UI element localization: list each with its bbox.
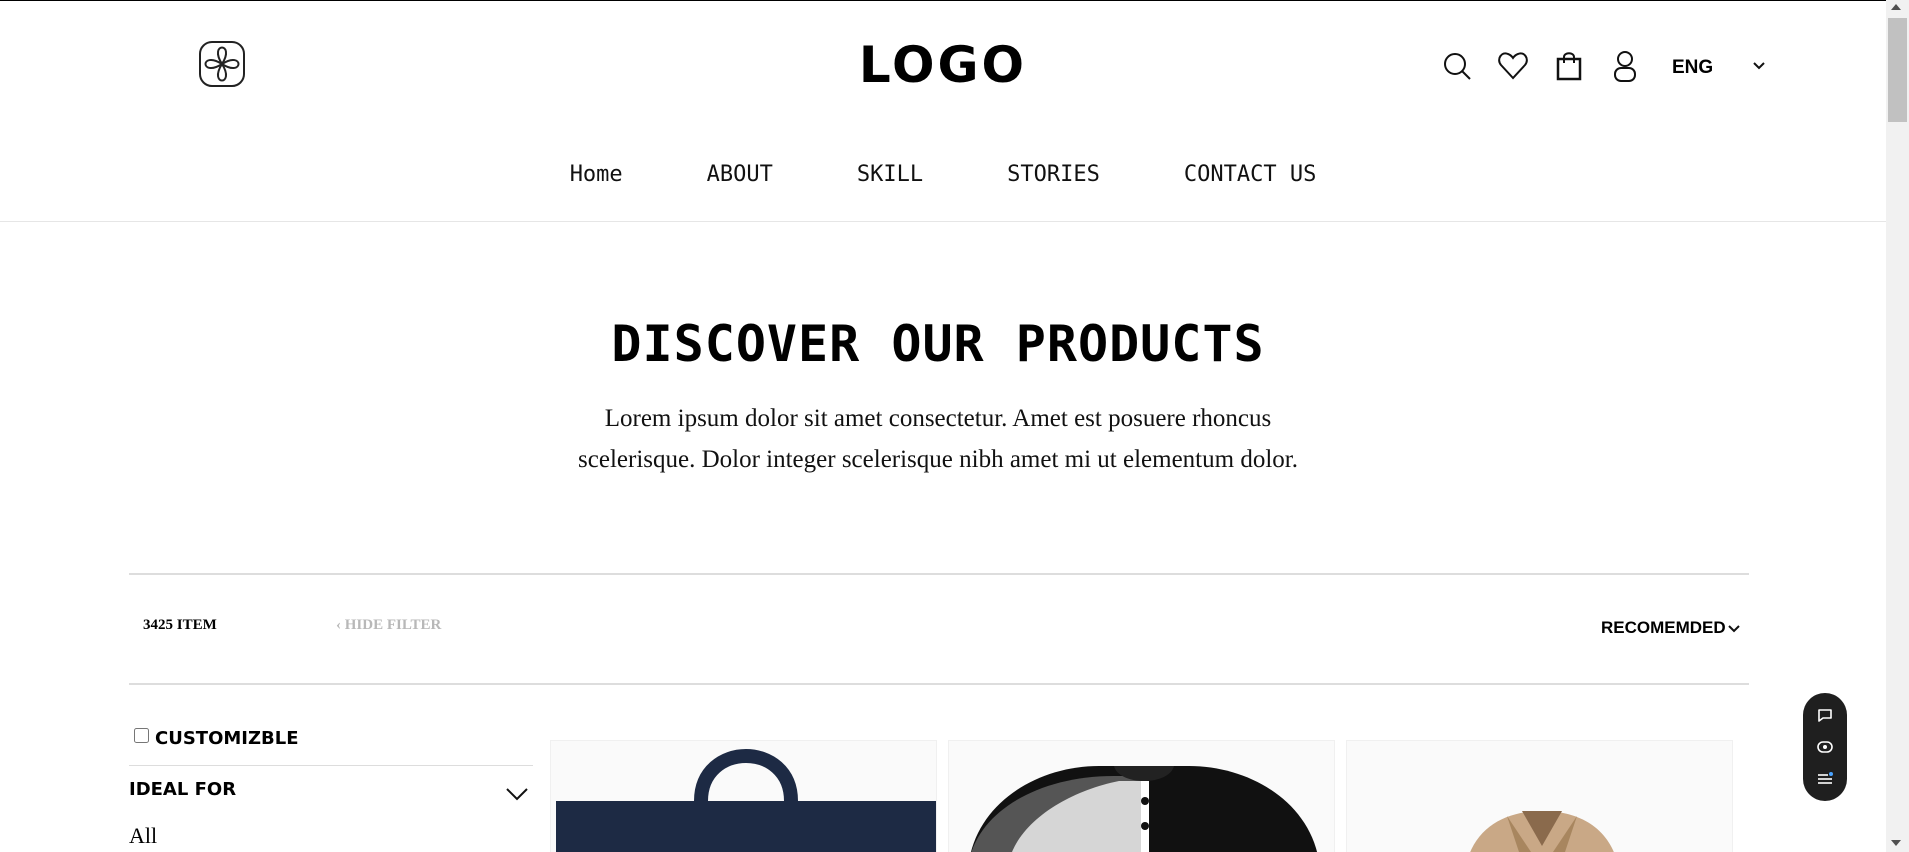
scroll-up-arrow[interactable] xyxy=(1891,4,1901,10)
chevron-down-icon[interactable] xyxy=(1727,623,1741,635)
raglan-henley-shirt-image xyxy=(971,766,1317,852)
chevron-down-icon[interactable] xyxy=(505,787,529,801)
product-card[interactable] xyxy=(550,740,937,852)
nav-item-skill[interactable]: SKILL xyxy=(857,162,923,187)
customizable-filter[interactable]: CUSTOMIZBLE xyxy=(134,728,299,749)
hide-filter-label: HIDE FILTER xyxy=(344,617,442,633)
ideal-for-heading[interactable]: IDEAL FOR xyxy=(129,779,236,800)
customizable-checkbox[interactable] xyxy=(134,728,149,743)
floating-widget xyxy=(1803,693,1847,801)
nav-item-about[interactable]: ABOUT xyxy=(707,162,773,187)
heart-icon[interactable] xyxy=(1496,49,1530,83)
chevron-left-icon: ‹ xyxy=(336,617,345,633)
filter-divider xyxy=(129,765,533,766)
hide-filter-button[interactable]: ‹ HIDE FILTER xyxy=(336,617,441,634)
nav-item-contact[interactable]: CONTACT US xyxy=(1184,162,1316,187)
product-card[interactable] xyxy=(1346,740,1733,852)
chevron-down-icon[interactable] xyxy=(1751,58,1767,74)
eye-icon[interactable] xyxy=(1816,738,1834,756)
main-nav: Home ABOUT SKILL STORIES CONTACT US xyxy=(0,162,1886,187)
toolbar-top-divider xyxy=(129,573,1749,575)
language-selector[interactable]: ENG xyxy=(1672,57,1713,79)
chat-icon[interactable] xyxy=(1816,706,1834,724)
customizable-label: CUSTOMIZBLE xyxy=(155,728,299,749)
vertical-scrollbar[interactable] xyxy=(1886,0,1909,852)
navy-tote-bag-image xyxy=(556,749,936,852)
page-title: DISCOVER OUR PRODUCTS xyxy=(611,315,1265,373)
item-count: 3425 ITEM xyxy=(143,617,217,633)
beige-jacket-image xyxy=(1470,811,1614,852)
top-border xyxy=(0,0,1886,1)
nav-item-home[interactable]: Home xyxy=(570,162,623,187)
scroll-down-arrow[interactable] xyxy=(1891,840,1901,846)
toolbar-bottom-divider xyxy=(129,683,1749,685)
hero-description: Lorem ipsum dolor sit amet consectetur. … xyxy=(578,405,1298,473)
user-icon[interactable] xyxy=(1608,49,1642,83)
nav-divider xyxy=(0,221,1886,222)
sort-dropdown[interactable]: RECOMEMDED xyxy=(1601,618,1726,638)
ideal-for-option-all[interactable]: All xyxy=(129,823,157,849)
search-icon[interactable] xyxy=(1440,49,1474,83)
scrollbar-thumb[interactable] xyxy=(1888,18,1907,122)
product-card[interactable] xyxy=(948,740,1335,852)
bag-icon[interactable] xyxy=(1552,49,1586,83)
list-icon[interactable] xyxy=(1816,770,1834,788)
header-icons xyxy=(1440,46,1664,86)
nav-item-stories[interactable]: STORIES xyxy=(1007,162,1100,187)
